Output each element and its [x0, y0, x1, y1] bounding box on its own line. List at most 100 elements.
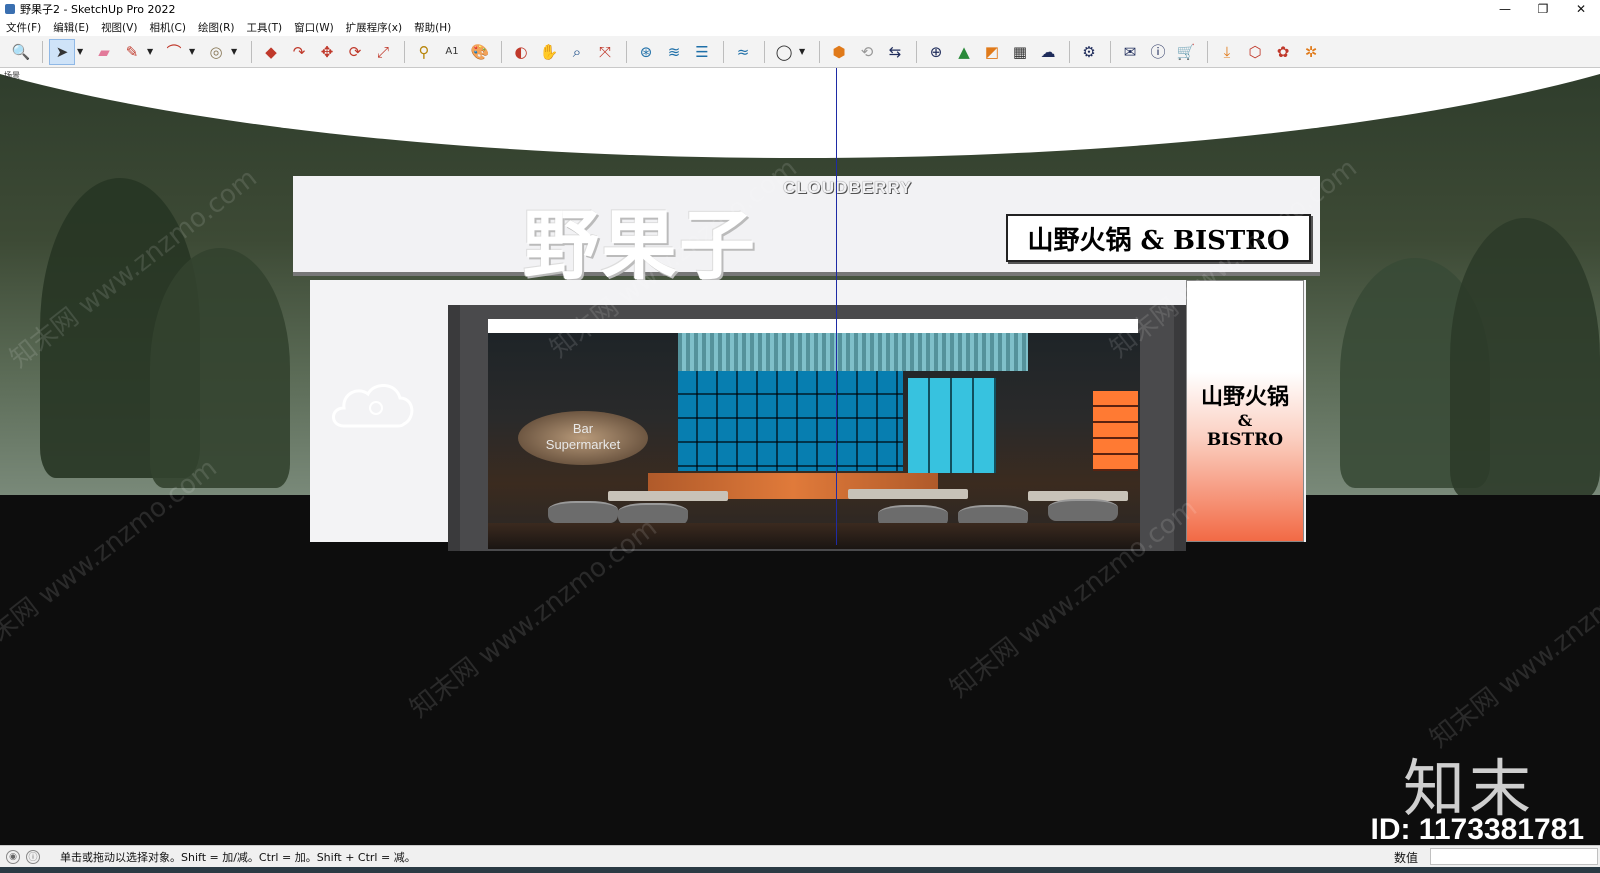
interior-render-image: Bar Supermarket [488, 333, 1140, 549]
store-english-name: CLOUDBERRY [783, 178, 913, 197]
floor-reflection [488, 523, 1140, 549]
paint-bucket-icon[interactable]: ◎ [203, 39, 229, 65]
zoom-icon[interactable]: 🔍 [8, 39, 34, 65]
menu-tools[interactable]: 工具(T) [246, 20, 282, 35]
blue-shelf-wall [678, 371, 903, 471]
follow-me-icon[interactable]: ↷ [286, 39, 312, 65]
chevron-down-icon[interactable]: ▼ [799, 47, 809, 56]
status-bar: ◉ ⓘ 单击或拖动以选择对象。Shift = 加/减。Ctrl = 加。Shif… [0, 845, 1600, 867]
brand-watermark-id: ID: 1173381781 [1370, 813, 1584, 845]
toolbar-separator [251, 40, 252, 63]
taskbar-strip [0, 867, 1600, 873]
credits-icon[interactable]: ⓘ [26, 849, 40, 864]
rotate-icon[interactable]: ⟳ [342, 39, 368, 65]
tree-icon[interactable]: ▲ [951, 39, 977, 65]
main-toolbar: 🔍 ➤ ▼ ▰ ✎ ▼ ⌒ ▼ ◎ ▼ ◆ ↷ ✥ ⟳ ⤢ ⚲ A1 🎨 ◐ ✋… [0, 36, 1600, 68]
toolbar-separator [501, 40, 502, 63]
entrance-frame: Bar Supermarket [448, 305, 1186, 551]
menu-window[interactable]: 窗口(W) [294, 20, 334, 35]
cart-icon[interactable]: 🛒 [1173, 39, 1199, 65]
menu-file[interactable]: 文件(F) [6, 20, 41, 35]
checker-icon[interactable]: ▦ [1007, 39, 1033, 65]
window-controls: — ❐ ✕ [1486, 0, 1600, 18]
menu-draw[interactable]: 绘图(R) [198, 20, 235, 35]
user-icon[interactable]: ◯ [771, 39, 797, 65]
info-icon[interactable]: ⓘ [1145, 39, 1171, 65]
text-icon[interactable]: A1 [439, 39, 465, 65]
blue-axis-line [836, 68, 837, 545]
toolbar-separator [42, 40, 43, 63]
toolbar-separator [819, 40, 820, 63]
orbit-icon[interactable]: ◐ [508, 39, 534, 65]
close-button[interactable]: ✕ [1562, 0, 1600, 18]
white-sky-arc [0, 68, 1600, 158]
cloud-icon[interactable]: ☁ [1035, 39, 1061, 65]
restore-button[interactable]: ❐ [1524, 0, 1562, 18]
plugin-icon[interactable]: ⬡ [1242, 39, 1268, 65]
pan-icon[interactable]: ✋ [536, 39, 562, 65]
dining-chair [1048, 499, 1118, 521]
eraser-icon[interactable]: ▰ [91, 39, 117, 65]
toolbar-separator [1207, 40, 1208, 63]
menu-view[interactable]: 视图(V) [101, 20, 137, 35]
download-icon[interactable]: ⤓ [1214, 39, 1240, 65]
store-logo-text: 野果子 [523, 201, 757, 290]
sketchup-app-icon [5, 4, 15, 14]
section-icon[interactable]: ⊛ [633, 39, 659, 65]
layers-icon[interactable]: ☰ [689, 39, 715, 65]
vertical-side-sign: 山野火锅 & BISTRO [1186, 280, 1304, 542]
geo-location-icon[interactable]: ◉ [6, 849, 20, 864]
export-icon[interactable]: ⇆ [882, 39, 908, 65]
scene-tab[interactable]: 场景 [4, 70, 20, 81]
menu-extensions[interactable]: 扩展程序(x) [346, 20, 402, 35]
side-sign-line2: & [1237, 411, 1253, 430]
toolbar-separator [723, 40, 724, 63]
dining-table [848, 489, 968, 499]
sandbox-icon[interactable]: ≋ [661, 39, 687, 65]
outliner-icon[interactable]: ≈ [730, 39, 756, 65]
3d-warehouse-icon[interactable]: ⬢ [826, 39, 852, 65]
chevron-down-icon[interactable]: ▼ [147, 47, 157, 56]
mail-icon[interactable]: ✉ [1117, 39, 1143, 65]
zoom-window-icon[interactable]: ⌕ [564, 39, 590, 65]
storefront-signboard: 野果子 CLOUDBERRY 山野火锅 & BISTRO [293, 176, 1320, 290]
toolbar-separator [1110, 40, 1111, 63]
model-viewport[interactable]: 场景 野果子 CLOUDBERRY 山野火锅 & BISTRO Bar Supe… [0, 68, 1600, 845]
chevron-down-icon[interactable]: ▼ [189, 47, 199, 56]
toolbar-separator [1069, 40, 1070, 63]
blue-shelf-wall-right [908, 378, 996, 473]
settings-icon[interactable]: ✲ [1298, 39, 1324, 65]
menu-camera[interactable]: 相机(C) [149, 20, 186, 35]
toolbar-separator [916, 40, 917, 63]
chevron-down-icon[interactable]: ▼ [77, 47, 87, 56]
window-title: 野果子2 - SketchUp Pro 2022 [20, 3, 176, 16]
push-pull-icon[interactable]: ◆ [258, 39, 284, 65]
tape-measure-icon[interactable]: ⚲ [411, 39, 437, 65]
extension-icon[interactable]: ✿ [1270, 39, 1296, 65]
stack-icon[interactable]: ◩ [979, 39, 1005, 65]
arc-icon[interactable]: ⌒ [161, 39, 187, 65]
scale-icon[interactable]: ⤢ [370, 39, 396, 65]
side-sign-line3: BISTRO [1206, 430, 1284, 450]
ceiling-panel [678, 333, 1028, 371]
move-icon[interactable]: ✥ [314, 39, 340, 65]
tree-silhouette [150, 248, 290, 488]
bistro-sign: 山野火锅 & BISTRO [1006, 214, 1311, 262]
gears-icon[interactable]: ⚙ [1076, 39, 1102, 65]
paint-icon[interactable]: 🎨 [467, 39, 493, 65]
side-sign-line1: 山野火锅 [1200, 384, 1289, 410]
toolbar-separator [404, 40, 405, 63]
zoom-extents-icon[interactable]: ⤧ [592, 39, 618, 65]
menu-help[interactable]: 帮助(H) [414, 20, 451, 35]
toolbar-separator [764, 40, 765, 63]
refresh-icon[interactable]: ⟲ [854, 39, 880, 65]
minimize-button[interactable]: — [1486, 0, 1524, 18]
dining-chair [618, 503, 688, 525]
select-icon[interactable]: ➤ [49, 38, 75, 65]
measurements-input[interactable] [1430, 848, 1598, 865]
cloud-logo-icon [332, 384, 414, 428]
menu-edit[interactable]: 编辑(E) [53, 20, 89, 35]
chevron-down-icon[interactable]: ▼ [231, 47, 241, 56]
add-icon[interactable]: ⊕ [923, 39, 949, 65]
pencil-icon[interactable]: ✎ [119, 39, 145, 65]
